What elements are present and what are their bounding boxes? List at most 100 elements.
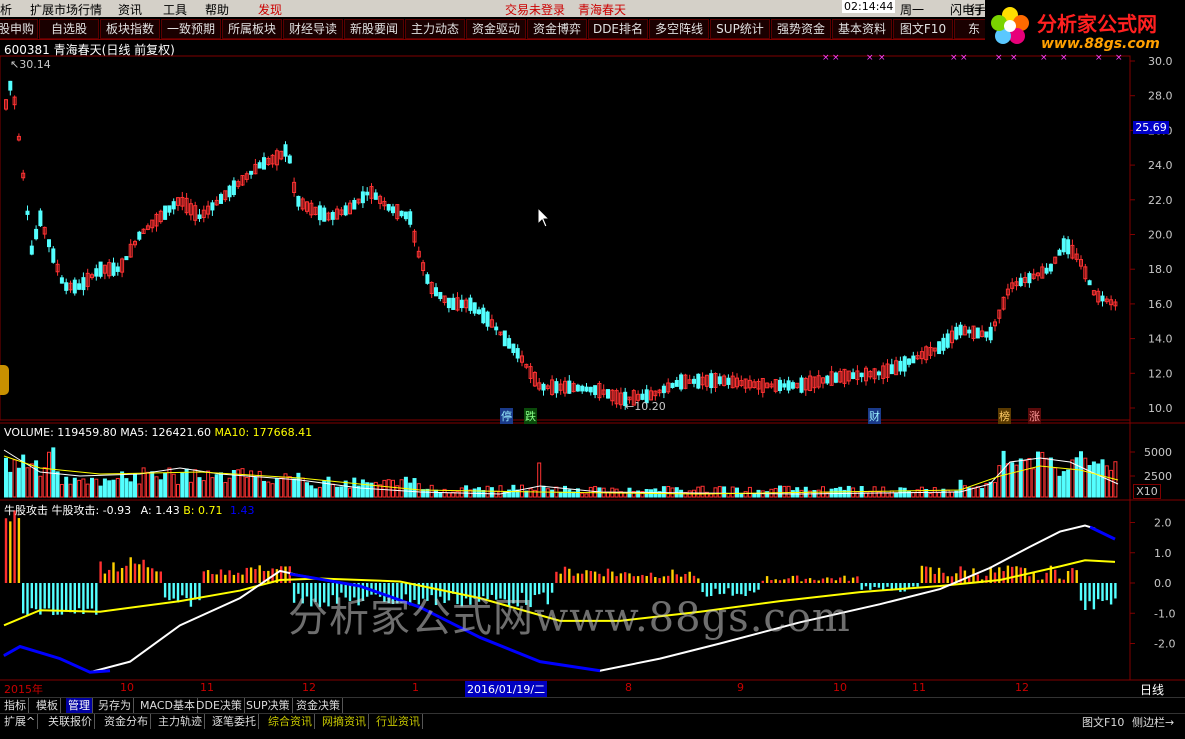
bottomtabs1-tab-5[interactable]: DDE决策 — [194, 698, 245, 713]
signal-mark: × — [950, 53, 958, 63]
menu-item-extended-market[interactable]: 扩展市场行情 — [30, 1, 102, 18]
volume-bar — [4, 457, 8, 498]
nav-tab-7[interactable]: 主力动态 — [405, 19, 465, 39]
side-toggle-handle[interactable] — [0, 365, 9, 395]
indicator-bar — [1032, 572, 1035, 583]
indicator-bar — [576, 573, 580, 583]
bottomtabs1-tab-4[interactable]: MACD基本 — [138, 698, 198, 713]
candle-body — [219, 193, 223, 204]
candle-body — [59, 277, 64, 284]
bottomtabs2-tab-7[interactable]: 行业资讯 — [374, 714, 423, 729]
indicator-tick-label: -2.0 — [1154, 638, 1175, 651]
event-tag-finance[interactable]: 财 — [868, 408, 881, 424]
volume-bar — [911, 492, 916, 498]
candle-body — [778, 379, 782, 392]
nav-tab-14[interactable]: 基本资料 — [832, 19, 892, 39]
bottomtabs1-tab-7[interactable]: 资金决策 — [294, 698, 343, 713]
volume-bar — [210, 477, 215, 498]
nav-tab-4[interactable]: 所属板块 — [222, 19, 282, 39]
nav-tab-2[interactable]: 板块指数 — [100, 19, 160, 39]
volume-bar — [266, 481, 271, 498]
volume-bar — [94, 478, 99, 498]
indicator-bar — [933, 573, 936, 583]
volume-bar — [833, 487, 838, 498]
menu-item-tools[interactable]: 工具 — [163, 1, 187, 18]
bottomtabs2-tab-1[interactable]: 关联报价 — [46, 714, 95, 729]
candle-body — [907, 358, 911, 365]
indicator-bar — [202, 571, 205, 583]
candle-body — [717, 376, 722, 385]
indicator-bar — [925, 566, 928, 583]
indicator-bar — [77, 583, 81, 609]
event-tag-fall[interactable]: 跌 — [524, 408, 537, 424]
candle-body — [502, 330, 507, 347]
trade-menu[interactable]: 行 — [970, 1, 982, 18]
bottomtabs2-tab-0[interactable]: 扩展^ — [2, 714, 39, 729]
event-tag-ranking[interactable]: 榜 — [998, 408, 1011, 424]
candle-body — [163, 205, 168, 220]
indicator-bar — [1002, 571, 1005, 583]
indicator-bar — [761, 580, 764, 583]
nav-tab-10[interactable]: DDE排名 — [588, 19, 648, 39]
indicator-bar — [589, 571, 592, 583]
price-tick-label: 18.0 — [1148, 263, 1173, 276]
bottomtabs2-tab-3[interactable]: 主力轨迹 — [156, 714, 205, 729]
candle-body — [451, 297, 456, 310]
menu-item-discover[interactable]: 发现 — [258, 1, 282, 18]
indicator-bar — [99, 561, 102, 583]
menu-item-help[interactable]: 帮助 — [205, 1, 229, 18]
volume-bar — [907, 490, 911, 498]
login-status[interactable]: 交易未登录 — [505, 1, 565, 18]
nav-tab-0[interactable]: 股申购 — [0, 19, 38, 39]
bottomtabs1-tab-2[interactable]: 管理 — [66, 698, 93, 713]
indicator-bar — [1062, 579, 1065, 583]
period-button[interactable]: 日线 — [1140, 681, 1164, 698]
bottomtabs1-tab-1[interactable]: 模板 — [34, 698, 61, 713]
candle-body — [851, 372, 856, 380]
x-axis-label: 2015年 — [4, 683, 43, 696]
menu-item-analysis[interactable]: 析 — [0, 1, 12, 18]
nav-tab-1[interactable]: 自选股 — [39, 19, 99, 39]
f10-button[interactable]: 图文F10 — [1082, 714, 1124, 730]
volume-bar — [296, 472, 301, 498]
sidebar-button[interactable]: 侧边栏→ — [1132, 714, 1174, 730]
volume-bar — [558, 491, 563, 498]
volume-bar — [1083, 457, 1088, 498]
signal-mark: × — [995, 53, 1003, 63]
indicator-bar — [684, 573, 687, 583]
volume-bar — [1027, 458, 1032, 498]
indicator-c-line — [1089, 525, 1116, 541]
nav-tab-3[interactable]: 一致预期 — [161, 19, 221, 39]
x-axis-label: 11 — [200, 681, 214, 694]
indicator-bar — [929, 567, 932, 583]
indicator-bar — [671, 569, 674, 583]
bottomtabs1-tab-3[interactable]: 另存为 — [96, 698, 134, 713]
indicator-name[interactable]: 牛股攻击 — [4, 504, 48, 517]
bottomtabs2-tab-4[interactable]: 逐笔委托 — [210, 714, 259, 729]
volume-bar — [997, 465, 1002, 498]
event-tag-rise[interactable]: 涨 — [1028, 408, 1041, 424]
indicator-bar — [1105, 583, 1108, 601]
nav-tab-12[interactable]: SUP统计 — [710, 19, 770, 39]
nav-tab-13[interactable]: 强势资金 — [771, 19, 831, 39]
event-tag-suspend[interactable]: 停 — [500, 408, 513, 424]
nav-tab-5[interactable]: 财经导读 — [283, 19, 343, 39]
bottomtabs2-tab-6[interactable]: 网摘资讯 — [320, 714, 369, 729]
volume-bar — [1074, 457, 1079, 498]
bottomtabs1-tab-0[interactable]: 指标 — [2, 698, 29, 713]
candle-body — [674, 380, 679, 387]
bottomtabs1-tab-6[interactable]: SUP决策 — [244, 698, 293, 713]
x-axis-label: 1 — [412, 681, 419, 694]
nav-tab-6[interactable]: 新股要闻 — [344, 19, 404, 39]
nav-tab-9[interactable]: 资金博弈 — [527, 19, 587, 39]
indicator-bar — [133, 563, 137, 583]
volume-bar — [477, 487, 481, 498]
indicator-header: 牛股攻击 牛股攻击: -0.93 A: 1.43 B: 0.71 1.43 — [4, 502, 254, 518]
candle-body — [661, 385, 666, 394]
menu-item-news[interactable]: 资讯 — [118, 1, 142, 18]
nav-tab-8[interactable]: 资金驱动 — [466, 19, 526, 39]
bottomtabs2-tab-5[interactable]: 综合资讯 — [266, 714, 315, 729]
nav-tab-11[interactable]: 多空阵线 — [649, 19, 709, 39]
nav-tab-15[interactable]: 图文F10 — [893, 19, 953, 39]
bottomtabs2-tab-2[interactable]: 资金分布 — [102, 714, 151, 729]
